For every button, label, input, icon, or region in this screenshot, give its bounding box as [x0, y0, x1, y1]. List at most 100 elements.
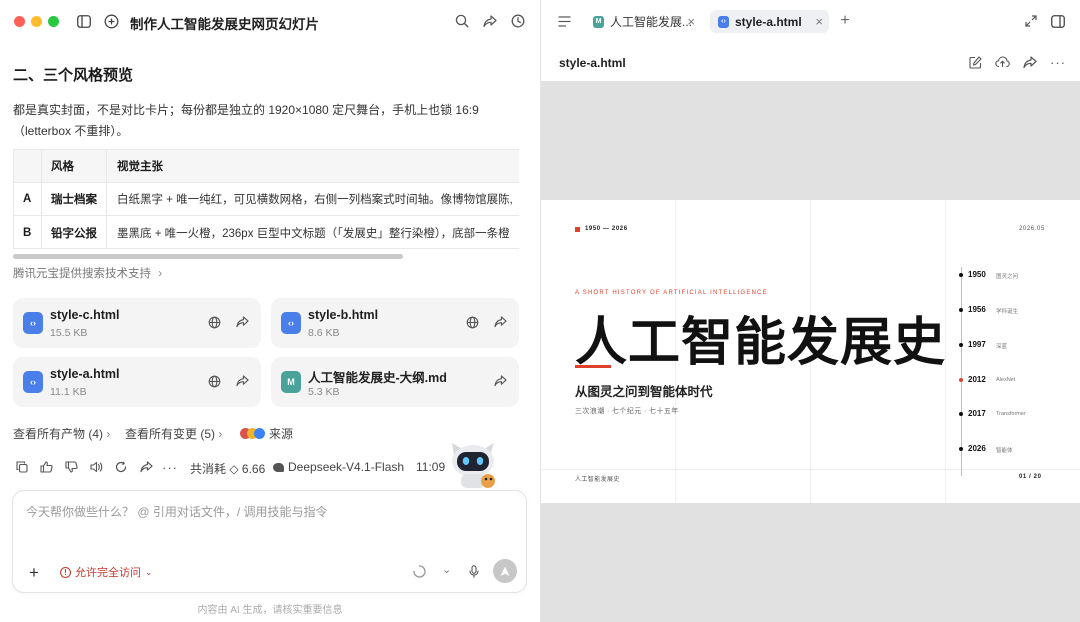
table-cell-style: 瑞士档案 [51, 194, 97, 206]
timeline-dot-highlight [959, 378, 963, 382]
share-icon[interactable] [233, 372, 251, 390]
mascot-robot-cat [446, 441, 502, 491]
table-header-row: 风格 视觉主张 [14, 150, 519, 183]
search-support-link[interactable]: 腾讯元宝提供搜索技术支持 › [13, 265, 162, 281]
history-icon[interactable] [508, 11, 528, 31]
slide-kicker: A SHORT HISTORY OF ARTIFICIAL INTELLIGEN… [575, 290, 768, 296]
slide-subtitle: 从图灵之问到智能体时代 [575, 385, 713, 399]
chevron-right-icon: › [158, 268, 163, 280]
sidebar-toggle-icon[interactable] [74, 11, 94, 31]
more-options-icon[interactable]: ··· [162, 459, 178, 475]
slide-date: 2026.05 [1019, 226, 1045, 232]
new-chat-icon[interactable] [101, 11, 121, 31]
loading-spinner-icon [413, 565, 426, 578]
share-icon[interactable] [491, 313, 509, 331]
share-icon[interactable] [1020, 52, 1040, 72]
view-all-artifacts-text: 查看所有产物 (4) [13, 427, 104, 441]
slide-preview: 1950 — 2026 2026.05 A SHORT HISTORY OF A… [541, 200, 1080, 503]
permission-dropdown[interactable]: ! 允许完全访问 ⌄ [60, 564, 153, 580]
slide-year-range: 1950 — 2026 [585, 226, 628, 232]
token-cost: 共消耗 ◇ 6.66 [190, 462, 266, 476]
timeline-label: 智能体 [996, 448, 1013, 454]
chevron-down-icon[interactable]: ⌄ [442, 563, 451, 576]
search-support-text: 腾讯元宝提供搜索技术支持 [13, 268, 151, 280]
expand-icon[interactable] [1021, 11, 1041, 31]
file-size: 15.5 KB [50, 327, 88, 339]
view-all-artifacts-link[interactable]: 查看所有产物 (4) › [13, 425, 110, 442]
chat-input-placeholder[interactable]: 今天帮你做些什么？ @ 引用对话文件，/ 调用技能与指令 [26, 503, 328, 520]
panel-toggle-icon[interactable] [1048, 11, 1068, 31]
markdown-file-icon: M [281, 371, 301, 393]
timeline-dot [959, 308, 963, 312]
file-name: style-a.html [50, 367, 120, 381]
document-title: style-a.html [559, 56, 626, 70]
read-aloud-icon[interactable] [88, 459, 104, 475]
globe-icon[interactable] [205, 313, 223, 331]
sources-link[interactable]: 来源 [240, 425, 293, 442]
timeline-label: AlexNet [996, 377, 1016, 383]
file-card-style-c[interactable]: ‹› style-c.html 15.5 KB [13, 298, 261, 348]
table-cell-key: A [23, 193, 32, 205]
html-file-icon: ‹› [23, 312, 43, 334]
close-icon[interactable]: × [687, 14, 695, 29]
thumbs-up-icon[interactable] [38, 459, 54, 475]
tab-label: 人工智能发展... [610, 15, 693, 29]
file-card-outline-md[interactable]: M 人工智能发展史-大纲.md 5.3 KB [271, 357, 519, 407]
file-name: style-b.html [308, 308, 379, 322]
edit-icon[interactable] [965, 52, 985, 72]
view-all-changes-link[interactable]: 查看所有变更 (5) › [125, 425, 222, 442]
timeline-axis [960, 267, 962, 476]
description-line-2: （letterbox 不重排）。 [13, 124, 129, 138]
table-row: A 瑞士档案 白纸黑字 + 唯一纯红，可见横数网格，右侧一列档案式时间轴。像博物… [14, 183, 519, 216]
file-card-style-a[interactable]: ‹› style-a.html 11.1 KB [13, 357, 261, 407]
share-icon[interactable] [233, 313, 251, 331]
send-button[interactable] [493, 559, 517, 583]
window-minimize-button[interactable] [31, 16, 42, 27]
menu-icon[interactable] [554, 11, 574, 31]
tab-outline-md[interactable]: M 人工智能发展... × [585, 10, 701, 33]
slide-title: 人工智能发展史 [575, 313, 947, 373]
timeline-dot [959, 343, 963, 347]
html-file-icon: ‹› [23, 371, 43, 393]
timeline-label: 图灵之问 [996, 274, 1019, 280]
share-icon[interactable] [138, 459, 154, 475]
timeline-year: 1956 [968, 305, 986, 314]
globe-icon[interactable] [205, 372, 223, 390]
source-avatars-icon [240, 428, 265, 439]
microphone-icon[interactable] [469, 565, 479, 578]
file-name: 人工智能发展史-大纲.md [308, 371, 447, 385]
file-size: 8.6 KB [308, 327, 340, 339]
section-heading: 二、三个风格预览 [13, 67, 134, 84]
window-zoom-button[interactable] [48, 16, 59, 27]
thumbs-down-icon[interactable] [63, 459, 79, 475]
table-cell-desc: 墨黑底 + 唯一火橙，236px 巨型中文标题（「发展史」整行染橙），底部一条橙 [117, 228, 510, 240]
tab-style-a[interactable]: ‹› style-a.html × [710, 10, 829, 33]
timeline-dot [959, 447, 963, 451]
timeline-year: 2026 [968, 444, 986, 453]
table-horizontal-scrollbar[interactable] [13, 254, 403, 259]
add-attachment-icon[interactable]: + [29, 564, 39, 581]
table-header-style: 风格 [51, 161, 74, 173]
ai-disclaimer: 内容由 AI 生成，请核实重要信息 [197, 605, 343, 616]
table-cell-style: 铅字公报 [51, 228, 97, 240]
table-row: B 铅字公报 墨黑底 + 唯一火橙，236px 巨型中文标题（「发展史」整行染橙… [14, 216, 519, 248]
new-tab-icon[interactable]: + [835, 11, 855, 31]
warning-icon: ! [60, 566, 71, 578]
slide-tagline: 三次浪潮 · 七个纪元 · 七十五年 [575, 408, 679, 415]
globe-icon[interactable] [463, 313, 481, 331]
search-icon[interactable] [452, 11, 472, 31]
regenerate-icon[interactable] [113, 459, 129, 475]
share-icon[interactable] [491, 372, 509, 390]
file-card-style-b[interactable]: ‹› style-b.html 8.6 KB [271, 298, 519, 348]
file-name: style-c.html [50, 308, 120, 322]
file-size: 11.1 KB [50, 386, 87, 398]
permission-label: 允许完全访问 [75, 567, 141, 579]
window-close-button[interactable] [14, 16, 25, 27]
more-options-icon[interactable]: ··· [1048, 52, 1068, 72]
chat-input-box[interactable]: 今天帮你做些什么？ @ 引用对话文件，/ 调用技能与指令 + ! 允许完全访问 … [12, 490, 527, 593]
copy-icon[interactable] [14, 459, 30, 475]
share-icon[interactable] [480, 11, 500, 31]
cloud-upload-icon[interactable] [992, 52, 1012, 72]
timeline-label: 深蓝 [996, 344, 1008, 350]
close-icon[interactable]: × [815, 14, 823, 29]
